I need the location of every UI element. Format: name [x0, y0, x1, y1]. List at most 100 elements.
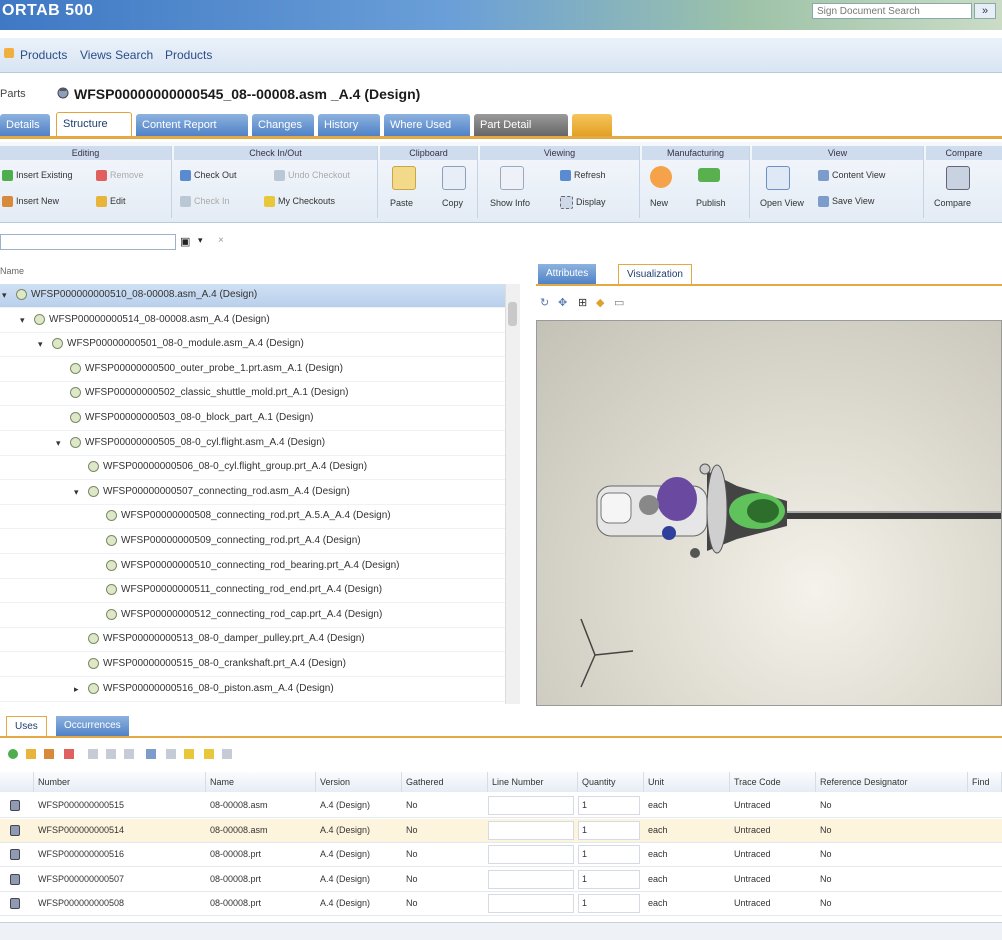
column-header[interactable]: Quantity — [578, 772, 644, 792]
tab-part-detail[interactable]: Part Detail — [474, 114, 568, 136]
search-button[interactable]: » — [974, 3, 996, 19]
paste-icon[interactable] — [124, 749, 134, 759]
tree-node[interactable]: ▾ WFSP00000000501_08-0_module.asm_A.4 (De… — [0, 333, 505, 358]
tab-where-used[interactable]: Where Used — [384, 114, 470, 136]
settings-icon[interactable] — [222, 749, 232, 759]
chevron-down-icon[interactable]: ▾ — [198, 235, 203, 246]
publish-button[interactable]: Publish — [696, 198, 726, 208]
add-icon[interactable] — [8, 749, 18, 759]
expand-arrow-icon[interactable]: ▾ — [56, 438, 64, 447]
paste-icon[interactable] — [392, 166, 416, 190]
tree-node[interactable]: WFSP00000000502_classic_shuttle_mold.prt… — [0, 382, 505, 407]
tree-node[interactable]: ▾ WFSP000000000510_08-00008.asm_A.4 (Desi… — [0, 284, 505, 308]
compare-button[interactable]: Compare — [934, 198, 971, 208]
tree-node[interactable]: ▾ WFSP00000000505_08-0_cyl.flight.asm_A.4… — [0, 432, 505, 456]
save-view-button[interactable]: Save View — [818, 196, 874, 208]
tree-node[interactable]: WFSP00000000506_08-0_cyl.flight_group.pr… — [0, 456, 505, 481]
expand-arrow-icon[interactable]: ▾ — [74, 487, 82, 496]
column-header[interactable]: Find — [968, 772, 1002, 792]
expand-arrow-icon[interactable]: ▾ — [20, 315, 28, 324]
tree-node[interactable]: ▸ WFSP00000000516_08-0_piston.asm_A.4 (De… — [0, 678, 505, 702]
table-row[interactable]: WFSP000000000516 08-00008.prt A.4 (Design)… — [0, 843, 1002, 868]
global-search-input[interactable]: Sign Document Search — [812, 3, 972, 19]
line-number-field[interactable] — [488, 820, 574, 840]
quantity-field[interactable] — [578, 894, 640, 914]
insert-existing-button[interactable]: Insert Existing — [2, 170, 73, 182]
tree-node[interactable]: WFSP00000000510_connecting_rod_bearing.p… — [0, 555, 505, 579]
nav-link-products[interactable]: Products — [20, 48, 67, 62]
tree-node[interactable]: WFSP00000000515_08-0_crankshaft.prt_A.4 … — [0, 653, 505, 677]
line-number-field[interactable] — [488, 869, 574, 889]
column-header[interactable]: Line Number — [488, 772, 578, 792]
tree-node[interactable]: ▾ WFSP00000000507_connecting_rod.asm_A.4 … — [0, 481, 505, 505]
tab-occurrences[interactable]: Occurrences — [56, 716, 129, 736]
paste-button[interactable]: Paste — [390, 198, 413, 208]
copy-button[interactable]: Copy — [442, 198, 463, 208]
table-row[interactable]: WFSP000000000514 08-00008.asm A.4 (Design)… — [0, 818, 1002, 843]
edit-icon[interactable] — [44, 749, 54, 759]
tree-filter-input[interactable] — [0, 234, 176, 250]
nav-link-views-search[interactable]: Views Search — [80, 48, 153, 62]
table-row[interactable]: WFSP000000000507 08-00008.prt A.4 (Design)… — [0, 868, 1002, 892]
column-header[interactable]: Number — [34, 772, 206, 792]
quantity-field[interactable] — [578, 820, 640, 840]
check-out-button[interactable]: Check Out — [180, 170, 237, 182]
column-header[interactable]: Version — [316, 772, 402, 792]
lock-icon[interactable] — [204, 749, 214, 759]
tree-node[interactable]: WFSP00000000511_connecting_rod_end.prt_A… — [0, 579, 505, 604]
column-header[interactable]: Trace Code — [730, 772, 816, 792]
nav-link-products-2[interactable]: Products — [165, 48, 212, 62]
column-header[interactable]: Reference Designator — [816, 772, 968, 792]
line-number-field[interactable] — [488, 845, 574, 865]
tab-content-report[interactable]: Content Report — [136, 114, 248, 136]
insert-icon[interactable] — [26, 749, 36, 759]
scrollbar-thumb[interactable] — [508, 302, 517, 326]
quantity-field[interactable] — [578, 869, 640, 889]
open-view-button[interactable]: Open View — [760, 198, 804, 208]
pan-icon[interactable]: ✥ — [558, 296, 567, 309]
line-number-field[interactable] — [488, 796, 574, 815]
tab-changes[interactable]: Changes — [252, 114, 314, 136]
publish-icon[interactable] — [698, 168, 720, 182]
show-info-button[interactable]: Show Info — [490, 198, 530, 208]
tree-node[interactable]: WFSP00000000509_connecting_rod.prt_A.4 (… — [0, 530, 505, 554]
my-checkouts-button[interactable]: My Checkouts — [264, 196, 335, 208]
tree-node[interactable]: WFSP00000000500_outer_probe_1.prt.asm_A.… — [0, 358, 505, 382]
column-header[interactable]: Unit — [644, 772, 730, 792]
tab-structure[interactable]: Structure — [56, 112, 132, 138]
open-view-icon[interactable] — [766, 166, 790, 190]
expand-arrow-icon[interactable]: ▾ — [2, 291, 10, 300]
quantity-field[interactable] — [578, 796, 640, 815]
content-view-button[interactable]: Content View — [818, 170, 885, 182]
edit-button[interactable]: Edit — [96, 196, 126, 208]
tree-scrollbar[interactable] — [505, 284, 520, 704]
binoculars-icon[interactable]: ▣ — [180, 235, 190, 248]
cut-icon[interactable] — [88, 749, 98, 759]
tab-details[interactable]: Details — [0, 114, 50, 136]
tab-attributes[interactable]: Attributes — [538, 264, 597, 284]
compare-icon[interactable] — [946, 166, 970, 190]
find-icon[interactable] — [146, 749, 156, 759]
new-mfg-icon[interactable] — [650, 166, 672, 188]
home-icon[interactable] — [4, 48, 14, 58]
table-row[interactable]: WFSP000000000508 08-00008.prt A.4 (Design)… — [0, 892, 1002, 917]
remove-icon[interactable] — [64, 749, 74, 759]
column-header[interactable]: Gathered — [402, 772, 488, 792]
3d-viewport[interactable] — [536, 320, 1002, 706]
show-info-icon[interactable] — [500, 166, 524, 190]
export-icon[interactable] — [166, 749, 176, 759]
fit-icon[interactable]: ⊞ — [578, 296, 587, 309]
tree-node[interactable]: WFSP00000000508_connecting_rod.prt_A.5.A… — [0, 505, 505, 530]
quantity-field[interactable] — [578, 845, 640, 865]
clear-icon[interactable]: × — [218, 235, 224, 246]
collapse-arrow-icon[interactable]: ▸ — [74, 684, 82, 693]
check-in-button[interactable]: Check In — [180, 196, 230, 208]
line-number-field[interactable] — [488, 894, 574, 914]
display-button[interactable]: Display — [560, 196, 606, 209]
remove-button[interactable]: Remove — [96, 170, 144, 182]
screenshot-icon[interactable]: ▭ — [614, 296, 624, 309]
expand-arrow-icon[interactable]: ▾ — [38, 340, 46, 349]
tree-node[interactable]: WFSP00000000503_08-0_block_part_A.1 (Des… — [0, 407, 505, 431]
copy-icon[interactable] — [106, 749, 116, 759]
tree-node[interactable]: WFSP00000000513_08-0_damper_pulley.prt_A… — [0, 628, 505, 653]
